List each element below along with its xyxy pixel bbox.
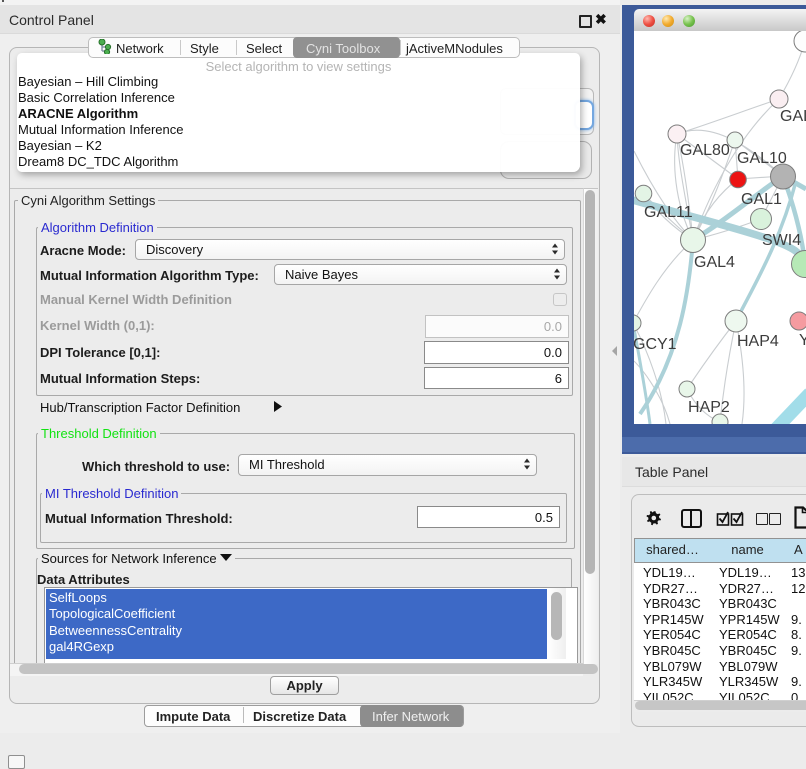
svg-text:GAL1: GAL1 [741,191,782,208]
svg-text:HAP2: HAP2 [688,399,730,416]
svg-text:GAL4: GAL4 [694,254,735,271]
svg-text:GAL10: GAL10 [737,150,787,167]
svg-text:Y: Y [799,332,806,349]
svg-text:HAP4: HAP4 [737,333,779,350]
svg-text:GAL7: GAL7 [780,108,806,125]
svg-text:GAL11: GAL11 [644,204,693,221]
svg-text:GCY1: GCY1 [634,336,677,353]
svg-text:GAL80: GAL80 [680,142,730,159]
svg-text:SWI4: SWI4 [762,232,801,249]
